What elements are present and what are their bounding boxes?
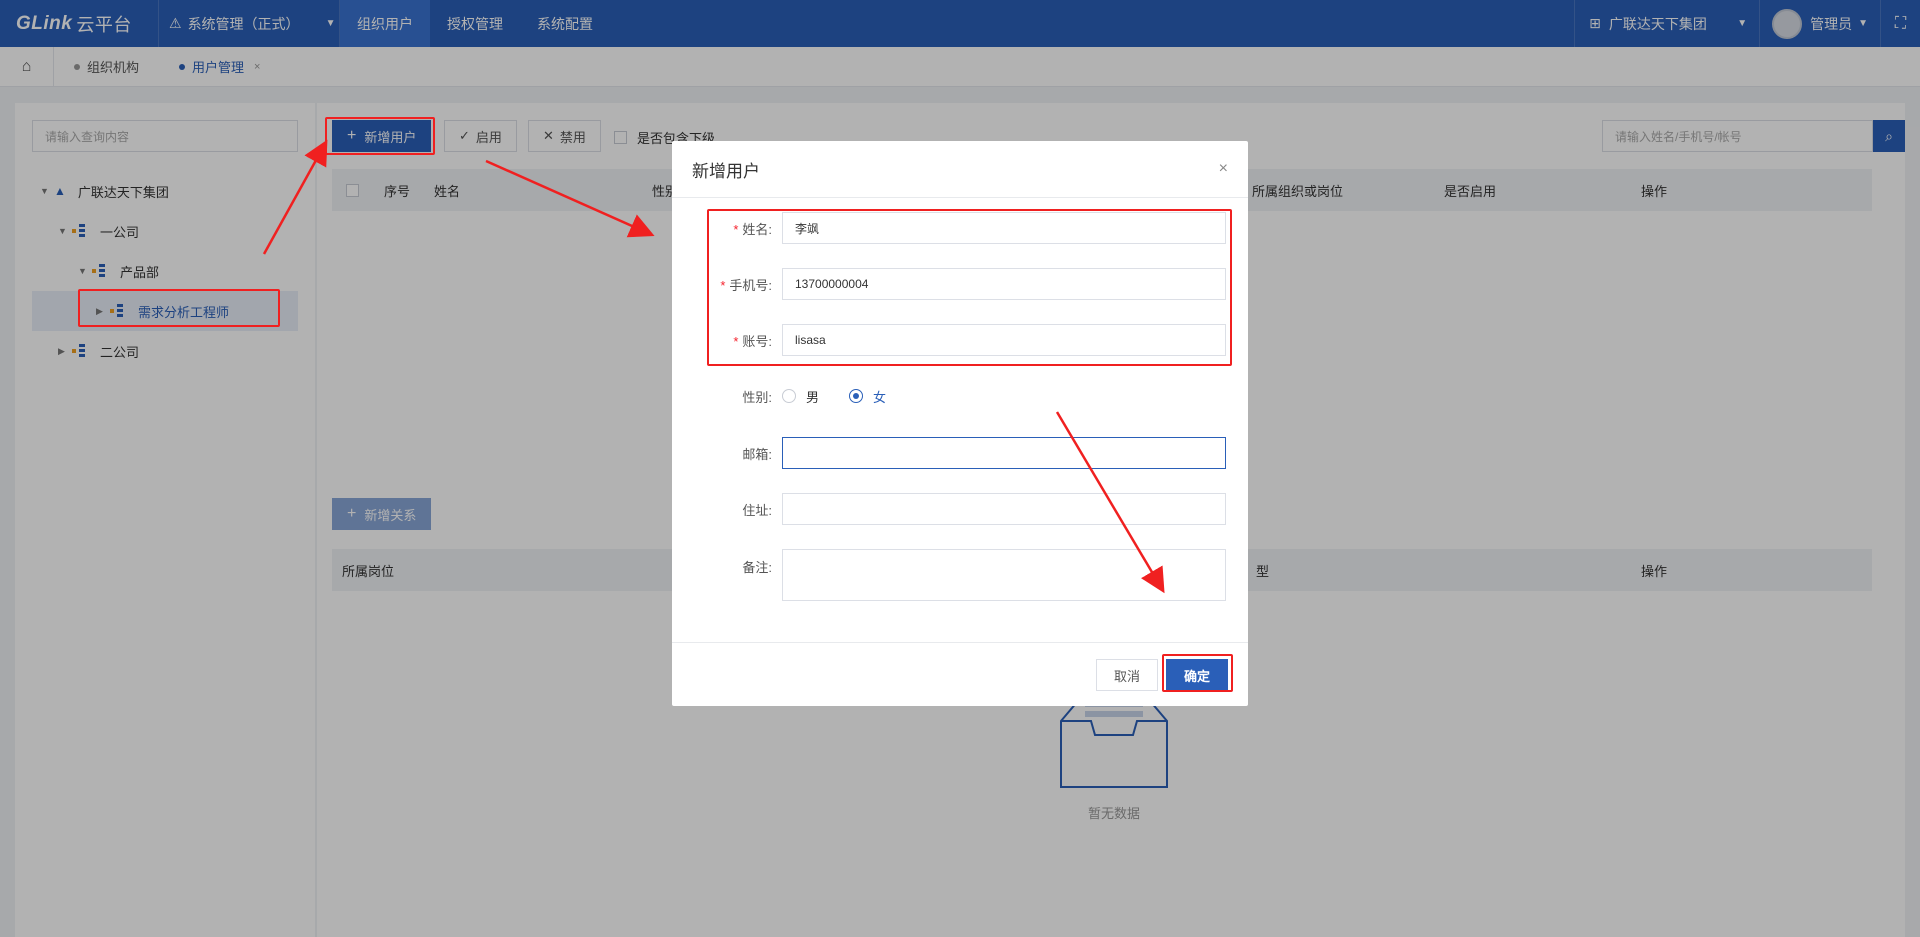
annotation-arrow	[1055, 411, 1165, 594]
annotation-arrows	[262, 139, 1165, 594]
annotation-arrow	[485, 159, 655, 238]
annotation-arrow	[262, 139, 328, 255]
